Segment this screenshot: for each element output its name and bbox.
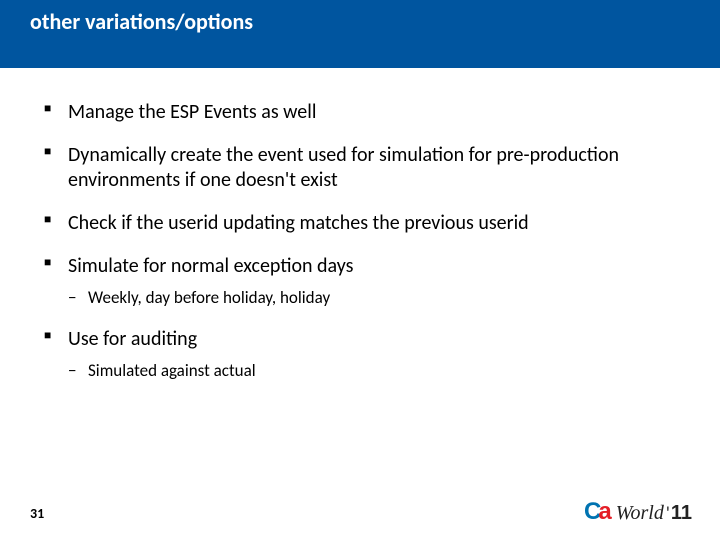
- bullet-text: Use for auditing: [68, 327, 197, 351]
- sub-item: Weekly, day before holiday, holiday: [68, 287, 676, 309]
- slide: other variations/options Manage the ESP …: [0, 0, 720, 540]
- logo-a: a: [598, 498, 611, 526]
- bullet-item: Dynamically create the event used for si…: [44, 143, 676, 193]
- bullet-text: Dynamically create the event used for si…: [68, 143, 619, 192]
- bullet-text: Simulate for normal exception days: [68, 254, 353, 278]
- slide-title: other variations/options: [30, 8, 690, 35]
- title-bar: other variations/options: [0, 0, 720, 68]
- bullet-text: Manage the ESP Events as well: [68, 100, 316, 124]
- bullet-item: Manage the ESP Events as well: [44, 100, 676, 125]
- footer-logo: C a World ' 11: [584, 498, 692, 526]
- bullet-text: Check if the userid updating matches the…: [68, 211, 529, 235]
- page-number: 31: [30, 505, 44, 522]
- content-area: Manage the ESP Events as well Dynamicall…: [0, 68, 720, 382]
- bullet-item: Simulate for normal exception days Weekl…: [44, 254, 676, 309]
- logo-world: World: [616, 502, 664, 525]
- sub-list: Weekly, day before holiday, holiday: [68, 287, 676, 309]
- logo-apostrophe: ': [666, 502, 670, 524]
- bullet-list: Manage the ESP Events as well Dynamicall…: [44, 100, 676, 382]
- ca-logo-icon: C a: [584, 498, 612, 526]
- logo-year: 11: [671, 502, 692, 525]
- bullet-item: Check if the userid updating matches the…: [44, 211, 676, 236]
- sub-list: Simulated against actual: [68, 360, 676, 382]
- bullet-item: Use for auditing Simulated against actua…: [44, 327, 676, 382]
- sub-item: Simulated against actual: [68, 360, 676, 382]
